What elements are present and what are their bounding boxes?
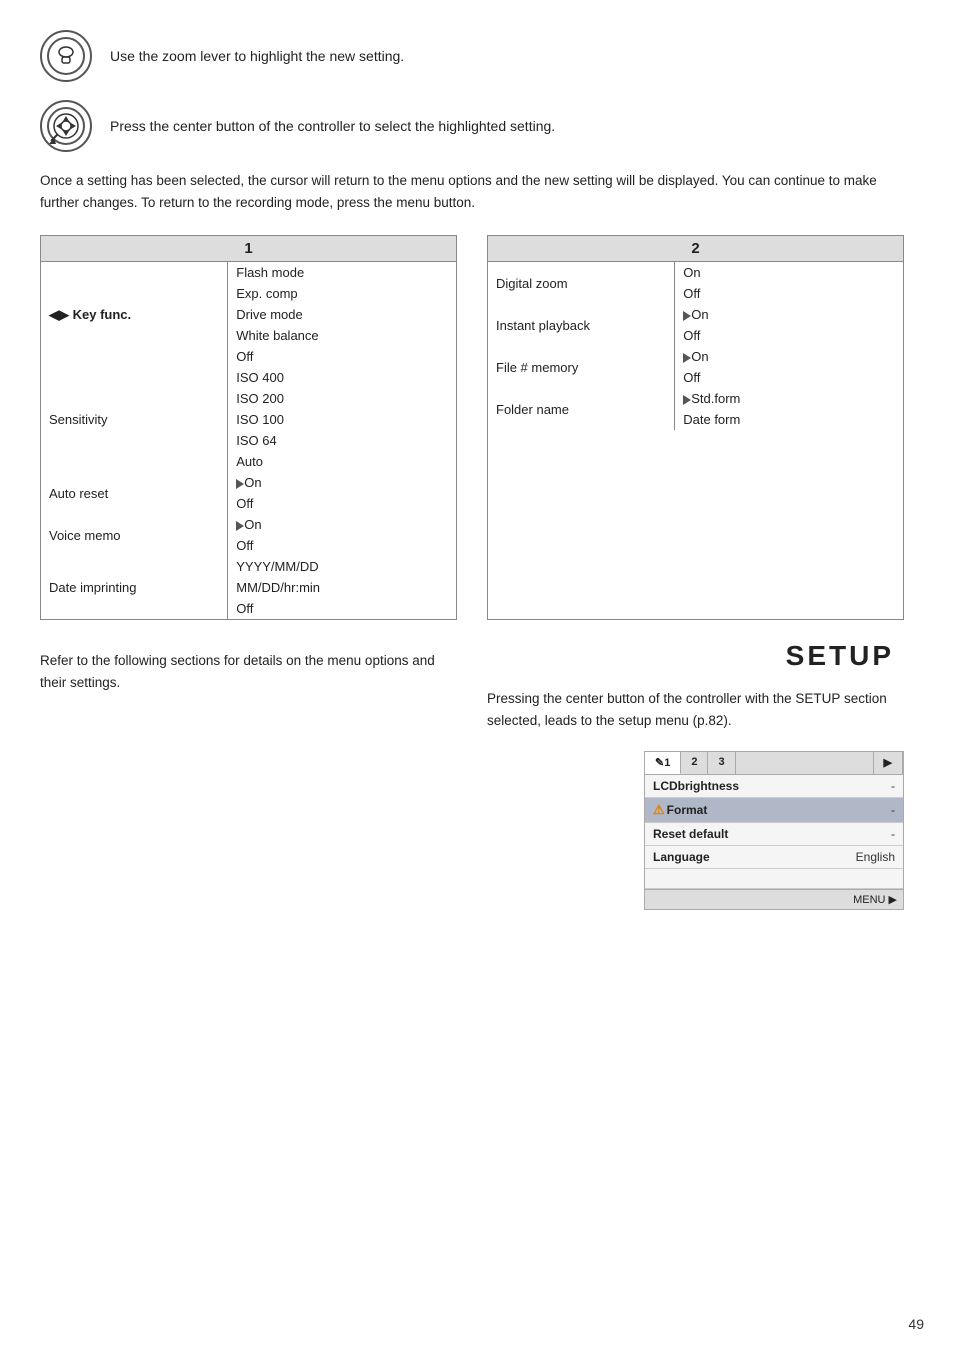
table-row: Date imprinting YYYY/MM/DD [41, 556, 456, 577]
key-func-item-1: Exp. comp [228, 283, 456, 304]
controller-icon [40, 100, 92, 152]
setup-menu-screenshot: ✎1 2 3 ▶ LCDbrightness - ⚠Format - [644, 751, 904, 910]
table-row: Voice memo On [41, 514, 456, 535]
setup-title: SETUP [786, 640, 894, 671]
language-value: English [787, 846, 903, 869]
setup-menu-tabs: ✎1 2 3 ▶ [645, 752, 903, 775]
voice-memo-label: Voice memo [41, 514, 228, 556]
table-row: Reset default - [645, 823, 903, 846]
menu-2-box: 2 Digital zoom On Off Instant playback O… [487, 235, 904, 620]
setup-tab-1: ✎1 [645, 752, 681, 774]
intro-row-1: Use the zoom lever to highlight the new … [40, 30, 904, 82]
menu-2-header: 2 [488, 236, 903, 262]
folder-name-label: Folder name [488, 388, 675, 430]
format-label: ⚠Format [645, 798, 787, 823]
sensitivity-item-4: Auto [228, 451, 456, 472]
key-func-item-0: Flash mode [228, 262, 456, 283]
sensitivity-item-1: ISO 200 [228, 388, 456, 409]
date-imprinting-label: Date imprinting [41, 556, 228, 619]
cursor-icon [683, 311, 691, 321]
warning-icon: ⚠ [653, 802, 665, 817]
instant-playback-off: Off [675, 325, 903, 346]
table-row [645, 869, 903, 889]
left-bottom-col: Refer to the following sections for deta… [40, 640, 457, 910]
setup-menu-rows-table: LCDbrightness - ⚠Format - Reset default … [645, 775, 903, 889]
digital-zoom-off: Off [675, 283, 903, 304]
language-label: Language [645, 846, 787, 869]
refer-text: Refer to the following sections for deta… [40, 650, 457, 693]
reset-default-label: Reset default [645, 823, 787, 846]
setup-description: Pressing the center button of the contro… [487, 680, 904, 741]
instant-playback-on: On [675, 304, 903, 325]
voice-memo-on: On [228, 514, 456, 535]
table-row: File # memory On [488, 346, 903, 367]
intro-section: Use the zoom lever to highlight the new … [40, 30, 904, 213]
date-format-2: MM/DD/hr:min [228, 577, 456, 598]
setup-menu-footer: MENU ▶ [645, 889, 903, 909]
bottom-section: Refer to the following sections for deta… [40, 640, 904, 910]
intro-row-2: Press the center button of the controlle… [40, 100, 904, 152]
cursor-icon [236, 521, 244, 531]
file-memory-off: Off [675, 367, 903, 388]
reset-default-value: - [787, 823, 903, 846]
table-row: Digital zoom On [488, 262, 903, 283]
menu-2-table: Digital zoom On Off Instant playback On … [488, 262, 903, 430]
table-row: Auto reset On [41, 472, 456, 493]
digital-zoom-on: On [675, 262, 903, 283]
auto-reset-off: Off [228, 493, 456, 514]
menus-container: 1 ◀▶ Key func. Flash mode Exp. comp Driv… [40, 235, 904, 620]
sensitivity-item-2: ISO 100 [228, 409, 456, 430]
setup-tab-3: 3 [708, 752, 735, 774]
menu-1-box: 1 ◀▶ Key func. Flash mode Exp. comp Driv… [40, 235, 457, 620]
format-value: - [787, 798, 903, 823]
right-bottom-col: SETUP Pressing the center button of the … [487, 640, 904, 910]
date-format-3: Off [228, 598, 456, 619]
empty-row [645, 869, 903, 889]
key-func-label: ◀▶ Key func. [41, 262, 228, 367]
page-number: 49 [908, 1316, 924, 1332]
file-memory-label: File # memory [488, 346, 675, 388]
table-row: Instant playback On [488, 304, 903, 325]
setup-tab-play: ▶ [873, 752, 903, 774]
folder-name-date: Date form [675, 409, 903, 430]
table-row: ⚠Format - [645, 798, 903, 823]
key-func-item-4: Off [228, 346, 456, 367]
intro-paragraph: Once a setting has been selected, the cu… [40, 170, 904, 213]
sensitivity-item-3: ISO 64 [228, 430, 456, 451]
auto-reset-on: On [228, 472, 456, 493]
table-row: Language English [645, 846, 903, 869]
lcd-brightness-label: LCDbrightness [645, 775, 787, 798]
table-row: Sensitivity ISO 400 [41, 367, 456, 388]
folder-name-std: Std.form [675, 388, 903, 409]
menu-1-header: 1 [41, 236, 456, 262]
key-func-item-2: Drive mode [228, 304, 456, 325]
zoom-lever-icon [40, 30, 92, 82]
digital-zoom-label: Digital zoom [488, 262, 675, 304]
lcd-brightness-value: - [787, 775, 903, 798]
cursor-icon [683, 353, 691, 363]
cursor-icon [236, 479, 244, 489]
cursor-icon [683, 395, 691, 405]
step1-text: Use the zoom lever to highlight the new … [110, 46, 404, 67]
auto-reset-label: Auto reset [41, 472, 228, 514]
sensitivity-label: Sensitivity [41, 367, 228, 472]
voice-memo-off: Off [228, 535, 456, 556]
file-memory-on: On [675, 346, 903, 367]
table-row: LCDbrightness - [645, 775, 903, 798]
table-row: ◀▶ Key func. Flash mode [41, 262, 456, 283]
step2-text: Press the center button of the controlle… [110, 116, 555, 137]
menu-1-table: ◀▶ Key func. Flash mode Exp. comp Drive … [41, 262, 456, 619]
sensitivity-item-0: ISO 400 [228, 367, 456, 388]
table-row: Folder name Std.form [488, 388, 903, 409]
date-format-1: YYYY/MM/DD [228, 556, 456, 577]
setup-tab-2: 2 [681, 752, 708, 774]
instant-playback-label: Instant playback [488, 304, 675, 346]
key-func-item-3: White balance [228, 325, 456, 346]
